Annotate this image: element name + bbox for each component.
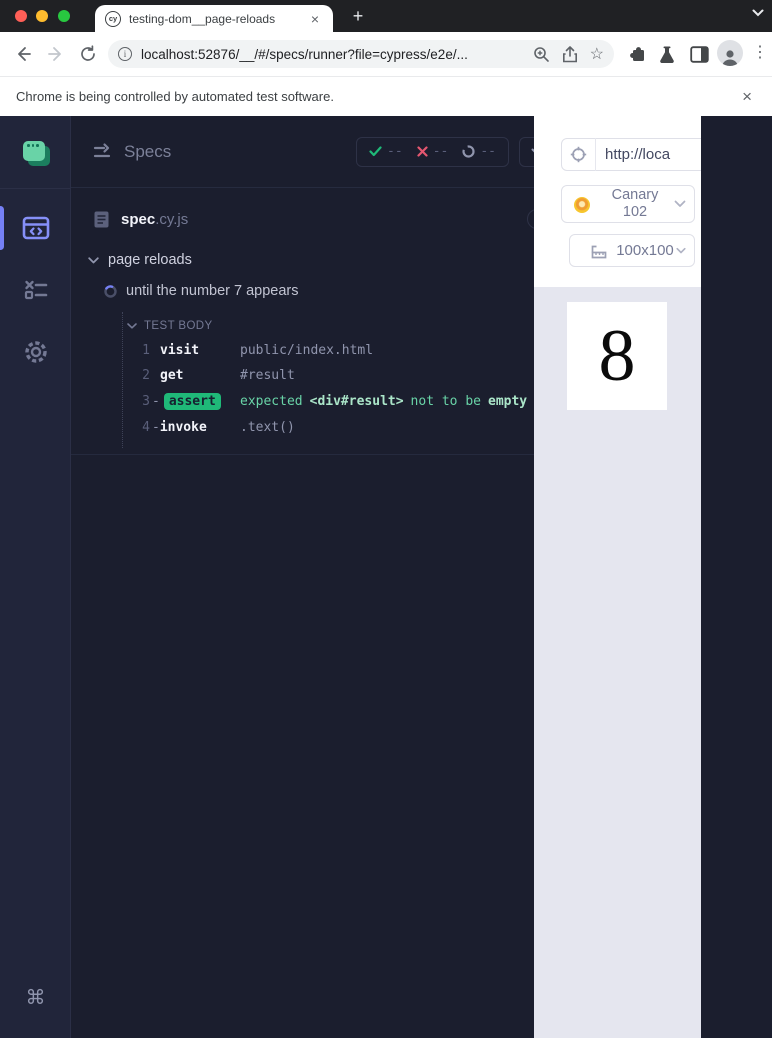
close-window-button[interactable]	[15, 10, 27, 22]
extensions-puzzle-icon[interactable]	[626, 43, 648, 65]
back-button[interactable]	[12, 43, 34, 65]
spec-file-icon	[94, 211, 109, 227]
keyboard-shortcuts-icon[interactable]: ⌘	[0, 985, 71, 1010]
command-number: 2	[142, 368, 150, 383]
tab-strip: cy testing-dom__page-reloads × +	[0, 0, 772, 32]
chevron-down-icon	[674, 200, 686, 207]
aut-panel: http://loca Canary 102 100x100 8	[534, 116, 701, 1038]
command-number: 4	[142, 420, 150, 435]
reporter-panel: Specs -- -- -- spec .cy.js page reloads …	[71, 116, 605, 1038]
x-icon	[417, 146, 428, 157]
aut-viewport: 8	[534, 287, 701, 1038]
minimize-window-button[interactable]	[36, 10, 48, 22]
command-message: .text()	[240, 420, 295, 435]
stat-passed: --	[369, 144, 403, 159]
chevron-down-icon	[676, 247, 686, 253]
stat-pending: --	[462, 144, 496, 159]
bookmark-star-icon[interactable]: ☆	[590, 44, 604, 64]
automation-infobar: Chrome is being controlled by automated …	[0, 76, 772, 116]
command-row-invoke[interactable]: 4 - invoke .text()	[123, 415, 592, 440]
sidebar-item-specs[interactable]	[0, 206, 71, 250]
flask-experiment-icon[interactable]	[656, 43, 678, 65]
sidebar-item-runs[interactable]	[0, 268, 71, 312]
browser-select[interactable]: Canary 102	[561, 185, 695, 223]
spec-extension: .cy.js	[155, 210, 189, 228]
aut-iframe[interactable]: 8	[567, 302, 667, 410]
command-message: public/index.html	[240, 343, 374, 358]
command-number: 1	[142, 343, 150, 358]
tab-title: testing-dom__page-reloads	[129, 11, 276, 26]
spec-row[interactable]: spec.cy.js 101ms	[71, 200, 605, 238]
assert-badge: assert	[163, 393, 221, 410]
command-name: - assert	[152, 393, 240, 410]
spec-name: spec	[121, 210, 156, 228]
tab-close-icon[interactable]: ×	[307, 10, 323, 28]
stat-failed: --	[417, 144, 448, 159]
selector-playground-icon[interactable]	[570, 146, 587, 163]
url-text[interactable]: localhost:52876/__/#/specs/runner?file=c…	[141, 47, 521, 62]
attempt-label: TEST BODY	[144, 320, 213, 332]
suite-title: page reloads	[108, 252, 192, 268]
command-row-visit[interactable]: 1 visit public/index.html	[123, 338, 592, 363]
viewport-select-label: 100x100	[616, 242, 674, 259]
fullscreen-window-button[interactable]	[58, 10, 70, 22]
attempt-block: TEST BODY 1 visit public/index.html 2 ge…	[122, 312, 592, 448]
check-icon	[369, 146, 382, 157]
side-panel-icon[interactable]	[688, 43, 710, 65]
site-info-icon[interactable]: i	[118, 47, 132, 61]
forward-button[interactable]	[45, 43, 67, 65]
specs-list-icon[interactable]	[92, 142, 114, 162]
chrome-canary-icon	[574, 197, 590, 213]
command-number: 3	[142, 394, 150, 409]
runnables: page reloads until the number 7 appears …	[71, 240, 605, 455]
aut-url-field[interactable]: http://loca	[561, 138, 701, 171]
pending-circle-icon	[462, 145, 475, 158]
aut-result-number: 8	[598, 315, 636, 397]
sidebar-item-settings[interactable]	[0, 330, 71, 374]
browser-select-label: Canary 102	[611, 187, 659, 220]
command-row-get[interactable]: 2 get #result	[123, 363, 592, 388]
address-bar[interactable]: i localhost:52876/__/#/specs/runner?file…	[108, 40, 614, 68]
run-stats: -- -- --	[356, 136, 509, 167]
reporter-title: Specs	[124, 141, 172, 161]
cypress-app: ⌘ Specs -- -- -- spec .cy.js page reload…	[0, 116, 772, 1038]
command-name: get	[160, 368, 184, 383]
suite-row[interactable]: page reloads	[88, 252, 192, 268]
reporter-header: Specs -- -- --	[71, 116, 605, 188]
infobar-message: Chrome is being controlled by automated …	[16, 89, 334, 104]
viewport-select[interactable]: 100x100	[569, 234, 695, 267]
infobar-close-icon[interactable]: ×	[738, 86, 756, 107]
cypress-favicon-icon: cy	[105, 10, 121, 27]
browser-toolbar: i localhost:52876/__/#/specs/runner?file…	[0, 32, 772, 76]
command-name: - invoke	[152, 420, 207, 435]
assert-message: expected <div#result> not to be empty	[240, 394, 528, 409]
ruler-icon	[591, 245, 607, 258]
attempt-header[interactable]: TEST BODY	[123, 312, 592, 338]
command-row-assert[interactable]: 3 - assert expected <div#result> not to be e…	[123, 388, 592, 415]
divider	[595, 138, 596, 171]
browser-menu-icon[interactable]: ⋮	[752, 42, 768, 62]
aut-url-value[interactable]: http://loca	[605, 146, 670, 163]
chevron-down-icon	[88, 256, 99, 263]
command-message: #result	[240, 368, 295, 383]
running-spinner-icon	[104, 284, 117, 298]
chevron-down-icon	[127, 323, 137, 329]
zoom-in-icon[interactable]	[533, 46, 550, 63]
browser-tab[interactable]: cy testing-dom__page-reloads ×	[95, 5, 333, 32]
cypress-sidebar: ⌘	[0, 116, 71, 1038]
tab-search-chevron-icon[interactable]	[752, 9, 764, 17]
new-tab-button[interactable]: +	[346, 4, 370, 28]
reload-button[interactable]	[77, 43, 99, 65]
test-title: until the number 7 appears	[126, 283, 299, 299]
test-row[interactable]: until the number 7 appears	[104, 283, 299, 299]
command-name: visit	[160, 343, 200, 358]
profile-avatar[interactable]	[717, 40, 743, 66]
share-icon[interactable]	[562, 45, 578, 63]
